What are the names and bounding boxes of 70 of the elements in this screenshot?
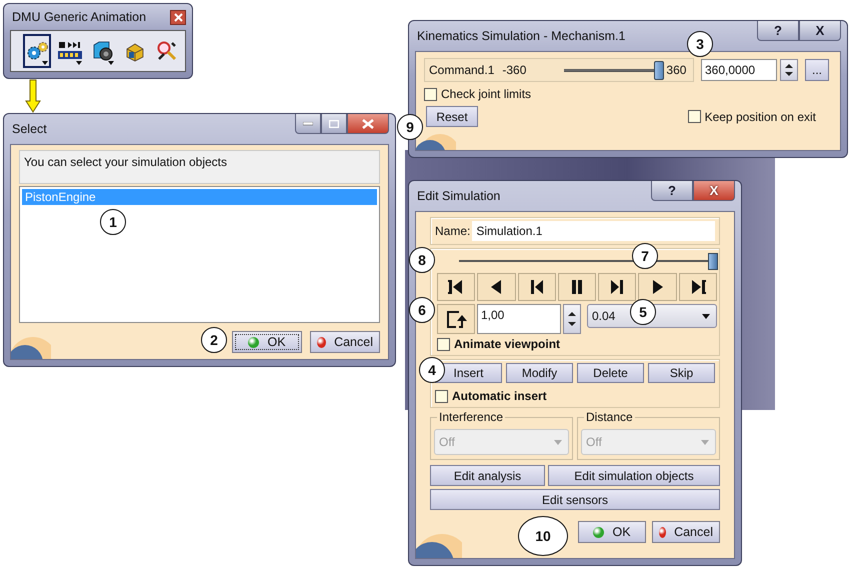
dropdown-icon <box>554 440 562 444</box>
step-back-button[interactable] <box>518 273 556 301</box>
command-slider[interactable] <box>564 60 664 80</box>
close-icon <box>362 118 374 128</box>
down-arrow <box>25 79 41 113</box>
window-title: Edit Simulation <box>416 189 500 203</box>
window-title: Select <box>11 122 47 136</box>
reset-button[interactable]: Reset <box>426 106 478 127</box>
window-title: DMU Generic Animation <box>11 10 146 24</box>
action-button[interactable]: Modify <box>506 363 573 383</box>
minimize-button[interactable] <box>295 114 321 134</box>
film-strip-icon <box>57 40 83 62</box>
slider-thumb[interactable] <box>654 60 664 80</box>
magnifier-tools-icon <box>156 40 178 62</box>
cancel-button[interactable]: Cancel <box>310 331 380 353</box>
loop-button[interactable] <box>437 304 475 334</box>
checkbox-label: Check joint limits <box>441 87 532 101</box>
timeline-slider[interactable] <box>459 253 715 270</box>
last-button[interactable] <box>678 273 717 301</box>
help-button[interactable]: ? <box>757 21 799 41</box>
group-label: Distance <box>584 410 635 424</box>
checkbox[interactable] <box>437 338 450 350</box>
ok-button[interactable]: OK <box>232 331 302 353</box>
cancel-button[interactable]: Cancel <box>652 521 720 543</box>
close-button[interactable] <box>347 114 389 134</box>
command-label: Command.1 <box>429 63 494 77</box>
checkbox-label: Animate viewpoint <box>454 337 560 351</box>
ok-button[interactable]: OK <box>578 521 646 543</box>
action-button[interactable]: Delete <box>577 363 644 383</box>
value-field[interactable]: 360,0000 <box>701 59 777 81</box>
name-field[interactable]: Simulation.1 <box>472 221 715 241</box>
edit-button[interactable]: Edit analysis <box>430 465 545 486</box>
pause-button[interactable] <box>558 273 596 301</box>
min-value: -360 <box>502 63 526 77</box>
checkbox-label: Automatic insert <box>452 389 547 403</box>
checkbox-label: Keep position on exit <box>704 110 816 124</box>
name-label: Name: <box>435 224 470 238</box>
maximize-icon <box>329 120 339 128</box>
spinner[interactable] <box>780 59 798 81</box>
message-text: You can select your simulation objects <box>24 155 228 169</box>
max-value: 360 <box>666 63 686 77</box>
edit-button[interactable]: Edit simulation objects <box>548 465 720 486</box>
minimize-icon <box>303 122 313 126</box>
prev-button[interactable] <box>477 273 516 301</box>
help-button[interactable]: ? <box>651 181 693 201</box>
action-button[interactable]: Skip <box>648 363 715 383</box>
toolbar-button[interactable] <box>23 34 51 68</box>
close-button[interactable]: X <box>799 21 841 41</box>
callout-badge: 9 <box>397 114 423 140</box>
close-icon <box>174 12 182 22</box>
loop-icon <box>445 308 467 330</box>
slider-thumb[interactable] <box>708 253 718 270</box>
step-forward-button[interactable] <box>598 273 636 301</box>
step-field[interactable]: 1,00 <box>477 304 561 334</box>
dropdown-icon <box>702 314 710 318</box>
edit-button[interactable]: Edit sensors <box>430 489 720 510</box>
checkbox[interactable] <box>688 110 701 123</box>
first-button[interactable] <box>437 273 476 301</box>
checkbox[interactable] <box>424 88 437 100</box>
group-label: Interference <box>437 410 506 424</box>
spinner[interactable] <box>563 304 581 334</box>
maximize-button[interactable] <box>321 114 347 134</box>
camera-cube-icon <box>91 40 115 62</box>
more-button[interactable]: ... <box>805 59 829 81</box>
window-title: Kinematics Simulation - Mechanism.1 <box>416 29 626 43</box>
checkbox[interactable] <box>435 390 448 402</box>
gear-icon <box>25 40 49 62</box>
play-button[interactable] <box>638 273 677 301</box>
dropdown-icon <box>701 440 709 444</box>
close-button[interactable] <box>170 10 186 24</box>
